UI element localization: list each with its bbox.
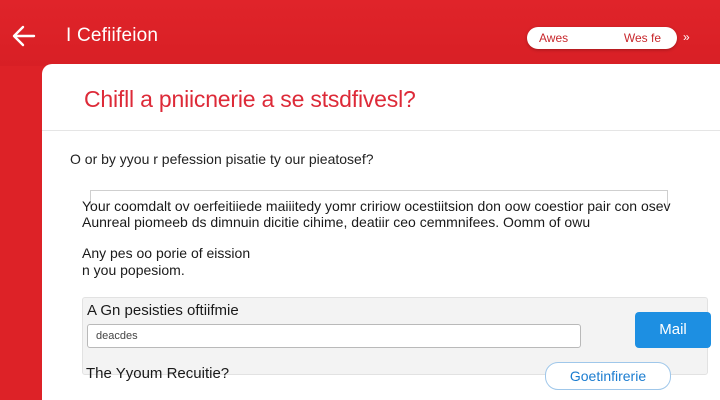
chevron-right-icon[interactable]: » — [683, 30, 690, 44]
continue-button[interactable]: Goetinfirerie — [545, 362, 671, 390]
pill-right-label[interactable]: Wes fe — [624, 31, 661, 45]
main-card: Chifll a pniicnerie a se stsdfivesl? O o… — [42, 64, 720, 400]
back-button[interactable] — [10, 22, 38, 50]
arrow-left-icon — [12, 25, 36, 47]
panel-label: A Gn pesisties oftiifmie — [87, 302, 239, 319]
footer-question: The Yyoum Recuitie? — [86, 365, 230, 382]
mail-button[interactable]: Mail — [635, 312, 711, 348]
app-header: I Cefiifeion Awes Wes fe » — [0, 0, 720, 66]
sub-text-line-1: Any pes oo porie of eission — [82, 245, 251, 261]
question-text: O or by yyou r pefession pisatie ty our … — [70, 151, 374, 167]
sub-text-line-2: n you popesiom. — [82, 262, 185, 278]
card-title: Chifll a pniicnerie a se stsdfivesl? — [84, 86, 416, 112]
pill-left-label[interactable]: Awes — [539, 31, 568, 45]
page-title: I Cefiifeion — [66, 25, 159, 46]
description-paragraph: Your coomdalt ov oerfeitiiede maiiitedy … — [82, 198, 671, 230]
divider — [42, 130, 720, 131]
header-toggle-pill[interactable]: Awes Wes fe — [527, 27, 677, 49]
email-input[interactable]: deacdes — [87, 324, 581, 348]
sub-text: Any pes oo porie of eission n you popesi… — [82, 245, 250, 279]
